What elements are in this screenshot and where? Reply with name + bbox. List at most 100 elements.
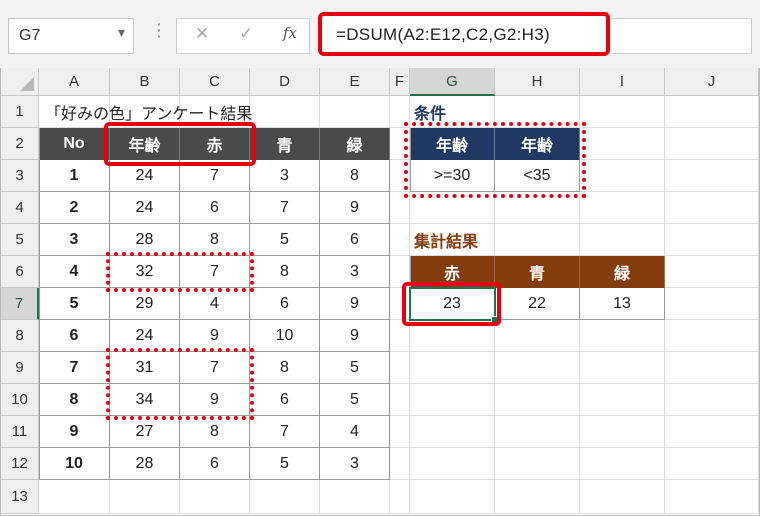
table-cell[interactable]: 7 — [250, 192, 320, 224]
grid-cell[interactable] — [580, 96, 665, 128]
table-cell[interactable]: 4 — [180, 288, 250, 320]
row-number-cell[interactable]: 2 — [39, 192, 110, 224]
grid-cell[interactable] — [410, 416, 495, 448]
row-number-cell[interactable]: 10 — [39, 448, 110, 480]
grid-cell[interactable] — [665, 128, 759, 160]
table-cell[interactable]: 8 — [320, 160, 390, 192]
table-cell[interactable]: 34 — [110, 384, 180, 416]
grid-cell[interactable] — [665, 288, 759, 320]
grid-cell[interactable] — [665, 96, 759, 128]
table-cell[interactable]: 31 — [110, 352, 180, 384]
row-header-1[interactable]: 1 — [1, 96, 39, 128]
table-cell[interactable]: 8 — [250, 256, 320, 288]
row-header-12[interactable]: 12 — [1, 448, 39, 480]
table-header-cell[interactable]: 年齢 — [110, 128, 180, 160]
grid-cell[interactable] — [390, 96, 410, 128]
chevron-down-icon[interactable]: ▾ — [118, 25, 125, 41]
grid-cell[interactable] — [580, 448, 665, 480]
grid-cell[interactable] — [665, 480, 759, 514]
row-number-cell[interactable]: 4 — [39, 256, 110, 288]
column-header-f[interactable]: F — [390, 68, 410, 96]
grid-cell[interactable] — [665, 448, 759, 480]
table-cell[interactable]: 9 — [180, 384, 250, 416]
row-header-13[interactable]: 13 — [1, 480, 39, 514]
row-number-cell[interactable]: 5 — [39, 288, 110, 320]
row-header-5[interactable]: 5 — [1, 224, 39, 256]
table-cell[interactable]: 24 — [110, 160, 180, 192]
grid-cell[interactable] — [580, 320, 665, 352]
table-cell[interactable]: 5 — [320, 352, 390, 384]
table-cell[interactable]: 28 — [110, 224, 180, 256]
row-header-6[interactable]: 6 — [1, 256, 39, 288]
summary-header-cell[interactable]: 青 — [495, 256, 580, 288]
table-cell[interactable]: 9 — [320, 288, 390, 320]
table-cell[interactable]: 9 — [180, 320, 250, 352]
grid-cell[interactable] — [410, 384, 495, 416]
grid-cell[interactable] — [580, 384, 665, 416]
grid-cell[interactable] — [39, 480, 110, 514]
table-header-cell[interactable]: 緑 — [320, 128, 390, 160]
table-cell[interactable]: 8 — [180, 224, 250, 256]
column-header-a[interactable]: A — [39, 68, 110, 96]
grid-cell[interactable] — [495, 384, 580, 416]
table-cell[interactable]: 5 — [250, 448, 320, 480]
table-cell[interactable]: 4 — [320, 416, 390, 448]
table-header-cell[interactable]: 青 — [250, 128, 320, 160]
row-number-cell[interactable]: 7 — [39, 352, 110, 384]
grid-cell[interactable] — [495, 448, 580, 480]
table-cell[interactable]: 3 — [320, 256, 390, 288]
row-header-11[interactable]: 11 — [1, 416, 39, 448]
table-cell[interactable]: 9 — [320, 320, 390, 352]
table-cell[interactable]: 6 — [250, 288, 320, 320]
row-number-cell[interactable]: 9 — [39, 416, 110, 448]
grid-cell[interactable] — [665, 224, 759, 256]
grid-cell[interactable] — [665, 256, 759, 288]
table-cell[interactable]: 27 — [110, 416, 180, 448]
grid-cell[interactable] — [390, 288, 410, 320]
grid-cell[interactable] — [320, 480, 390, 514]
table-cell[interactable]: 7 — [180, 256, 250, 288]
formula-input-extension[interactable] — [612, 18, 752, 54]
select-all-corner[interactable] — [1, 68, 39, 96]
table-cell[interactable]: 6 — [320, 224, 390, 256]
grid-cell[interactable] — [390, 384, 410, 416]
grid-cell[interactable] — [580, 160, 665, 192]
table-cell[interactable]: 32 — [110, 256, 180, 288]
table-cell[interactable]: 3 — [320, 448, 390, 480]
grid-cell[interactable] — [495, 416, 580, 448]
row-header-4[interactable]: 4 — [1, 192, 39, 224]
table-cell[interactable]: 24 — [110, 320, 180, 352]
row-number-cell[interactable]: 1 — [39, 160, 110, 192]
grid-cell[interactable] — [410, 480, 495, 514]
grid-cell[interactable] — [390, 224, 410, 256]
column-header-j[interactable]: J — [665, 68, 759, 96]
grid-cell[interactable] — [180, 480, 250, 514]
grid-cell[interactable] — [390, 416, 410, 448]
grid-cell[interactable] — [410, 192, 495, 224]
cancel-icon[interactable]: ✕ — [195, 24, 209, 44]
row-header-7[interactable]: 7 — [1, 288, 39, 320]
row-number-cell[interactable]: 3 — [39, 224, 110, 256]
table-cell[interactable]: 8 — [180, 416, 250, 448]
table-header-cell[interactable]: No — [39, 128, 110, 160]
column-header-d[interactable]: D — [250, 68, 320, 96]
grid-cell[interactable] — [390, 160, 410, 192]
grid-cell[interactable] — [580, 416, 665, 448]
column-header-b[interactable]: B — [110, 68, 180, 96]
grid-cell[interactable] — [580, 192, 665, 224]
table-cell[interactable]: 8 — [250, 352, 320, 384]
column-header-c[interactable]: C — [180, 68, 250, 96]
grid-cell[interactable] — [495, 320, 580, 352]
table-cell[interactable]: 7 — [180, 352, 250, 384]
grid-cell[interactable] — [665, 416, 759, 448]
column-header-e[interactable]: E — [320, 68, 390, 96]
table-cell[interactable]: 29 — [110, 288, 180, 320]
table-cell[interactable]: 9 — [320, 192, 390, 224]
row-header-8[interactable]: 8 — [1, 320, 39, 352]
grid-cell[interactable] — [495, 480, 580, 514]
grid-cell[interactable] — [410, 352, 495, 384]
grid-cell[interactable] — [665, 192, 759, 224]
summary-header-cell[interactable]: 緑 — [580, 256, 665, 288]
table-cell[interactable]: 6 — [250, 384, 320, 416]
column-header-h[interactable]: H — [495, 68, 580, 96]
